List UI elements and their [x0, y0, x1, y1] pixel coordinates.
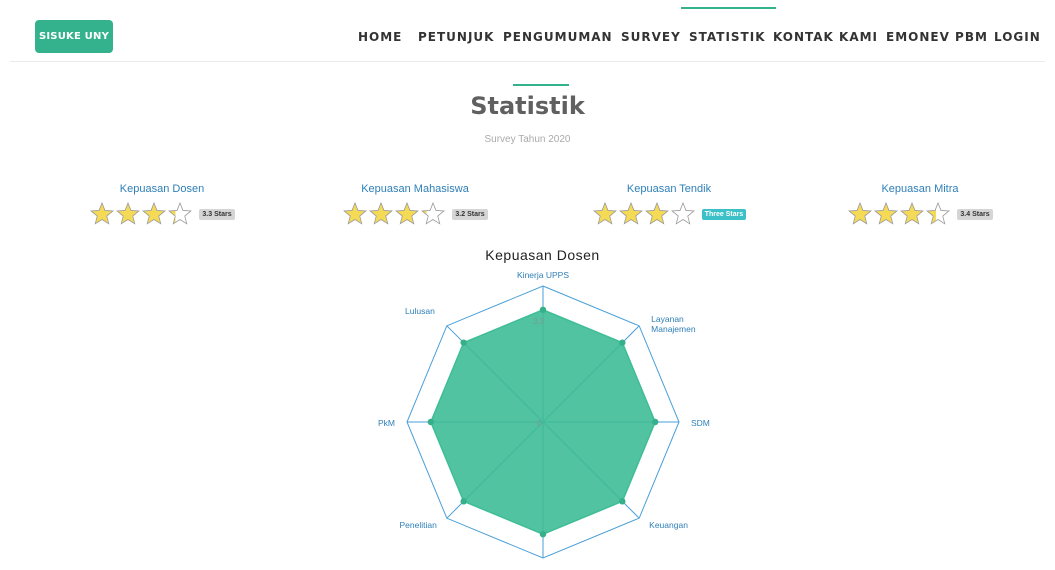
nav-survey[interactable]: SURVEY [621, 30, 681, 44]
radar-axis-label: Penelitian [399, 520, 437, 530]
radar-point [619, 339, 626, 346]
nav-emonev-pbm[interactable]: EMONEV PBM [886, 30, 988, 44]
radar-axis-label: SDM [691, 418, 710, 428]
radar-axis-label: Keuangan [649, 520, 688, 530]
star-icon [644, 201, 669, 225]
radar-chart: 0 3.3 Kinerja UPPS Layanan Manajemen SDM Keuan… [378, 270, 710, 559]
star-rating [592, 201, 696, 227]
rating-label: Kepuasan Dosen [119, 183, 205, 195]
radar-point [427, 418, 434, 426]
rating-kepuasan-tendik: Kepuasan Tendik Three Stars [569, 183, 769, 227]
nav-login[interactable]: LOGIN [994, 30, 1041, 44]
star-icon [874, 201, 899, 225]
rating-kepuasan-mitra: Kepuasan Mitra 3.4 Stars [820, 183, 1020, 227]
rating-badge: 3.4 Stars [957, 208, 993, 220]
radar-tick-label: 0 [537, 419, 542, 428]
rating-badge: Three Stars [701, 208, 747, 220]
star-icon [900, 201, 925, 225]
rating-badge: 3.2 Stars [452, 208, 488, 220]
star-rating [847, 201, 951, 227]
star-icon [116, 201, 141, 225]
star-icon [90, 201, 115, 225]
radar-axis-label: PkM [378, 418, 395, 428]
radar-point [619, 498, 626, 505]
radar-point [652, 418, 659, 426]
nav-pengumuman[interactable]: PENGUMUMAN [503, 30, 613, 44]
chart-title: Kepuasan Dosen [485, 247, 600, 263]
radar-axis-label: Kinerja UPPS [517, 270, 569, 280]
radar-point [539, 531, 547, 538]
radar-axis-label: Layanan Manajemen [651, 314, 696, 334]
radar-point [539, 306, 547, 313]
rating-label: Kepuasan Mitra [881, 183, 959, 195]
star-icon [395, 201, 420, 225]
page-title: Statistik [470, 92, 585, 120]
star-rating [342, 201, 446, 227]
star-icon [926, 201, 951, 225]
nav-kontak-kami[interactable]: KONTAK KAMI [773, 30, 878, 44]
radar-point [460, 339, 467, 346]
star-icon [670, 201, 695, 225]
main-nav: HOME PETUNJUK PENGUMUMAN SURVEY STATISTI… [0, 0, 1055, 62]
rating-kepuasan-mahasiswa: Kepuasan Mahasiswa 3.2 Stars [315, 183, 515, 227]
radar-point [460, 498, 467, 505]
nav-petunjuk[interactable]: PETUNJUK [418, 30, 494, 44]
star-icon [421, 201, 446, 225]
rating-kepuasan-dosen: Kepuasan Dosen 3.3 Stars [62, 183, 262, 227]
nav-statistik[interactable]: STATISTIK [681, 7, 775, 44]
top-navbar: SISUKE UNY HOME PETUNJUK PENGUMUMAN SURV… [0, 0, 1055, 62]
star-icon [142, 201, 167, 225]
star-icon [618, 201, 643, 225]
rating-badge: 3.3 Stars [199, 208, 235, 220]
star-icon [343, 201, 368, 225]
star-rating [89, 201, 193, 227]
star-icon [168, 201, 193, 225]
nav-home[interactable]: HOME [358, 30, 402, 44]
radar-axis-label: Lulusan [405, 306, 435, 316]
rating-label: Kepuasan Mahasiswa [361, 183, 469, 195]
title-accent-bar [513, 84, 569, 86]
page-subtitle: Survey Tahun 2020 [484, 134, 571, 145]
radar-tick-label: 3.3 [533, 317, 545, 326]
rating-label: Kepuasan Tendik [626, 183, 712, 195]
star-icon [369, 201, 394, 225]
star-icon [592, 201, 617, 225]
star-icon [848, 201, 873, 225]
